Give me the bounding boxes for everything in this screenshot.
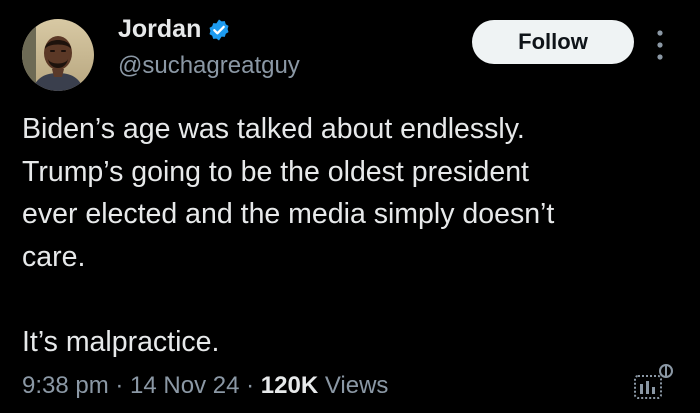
tweet-date[interactable]: 14 Nov 24 xyxy=(130,372,239,400)
author-handle[interactable]: @suchagreatguy xyxy=(118,52,300,80)
meta-separator: · xyxy=(239,372,261,399)
views-count: 120K xyxy=(260,372,319,399)
verified-badge-icon xyxy=(207,18,231,42)
follow-button[interactable]: Follow xyxy=(472,20,634,64)
meta-separator: · xyxy=(108,372,131,399)
avatar[interactable] xyxy=(22,19,94,91)
display-name[interactable]: Jordan xyxy=(118,15,201,44)
author-name-row: Jordan xyxy=(118,15,231,44)
analytics-icon[interactable] xyxy=(632,362,676,402)
views-label: Views xyxy=(318,372,389,399)
tweet-meta: 9:38 pm · 14 Nov 24 · 120K Views xyxy=(22,372,388,400)
tweet-text: Biden’s age was talked about endlessly. … xyxy=(22,113,555,358)
more-vertical-icon[interactable] xyxy=(652,28,668,62)
tweet-time[interactable]: 9:38 pm xyxy=(22,372,109,400)
